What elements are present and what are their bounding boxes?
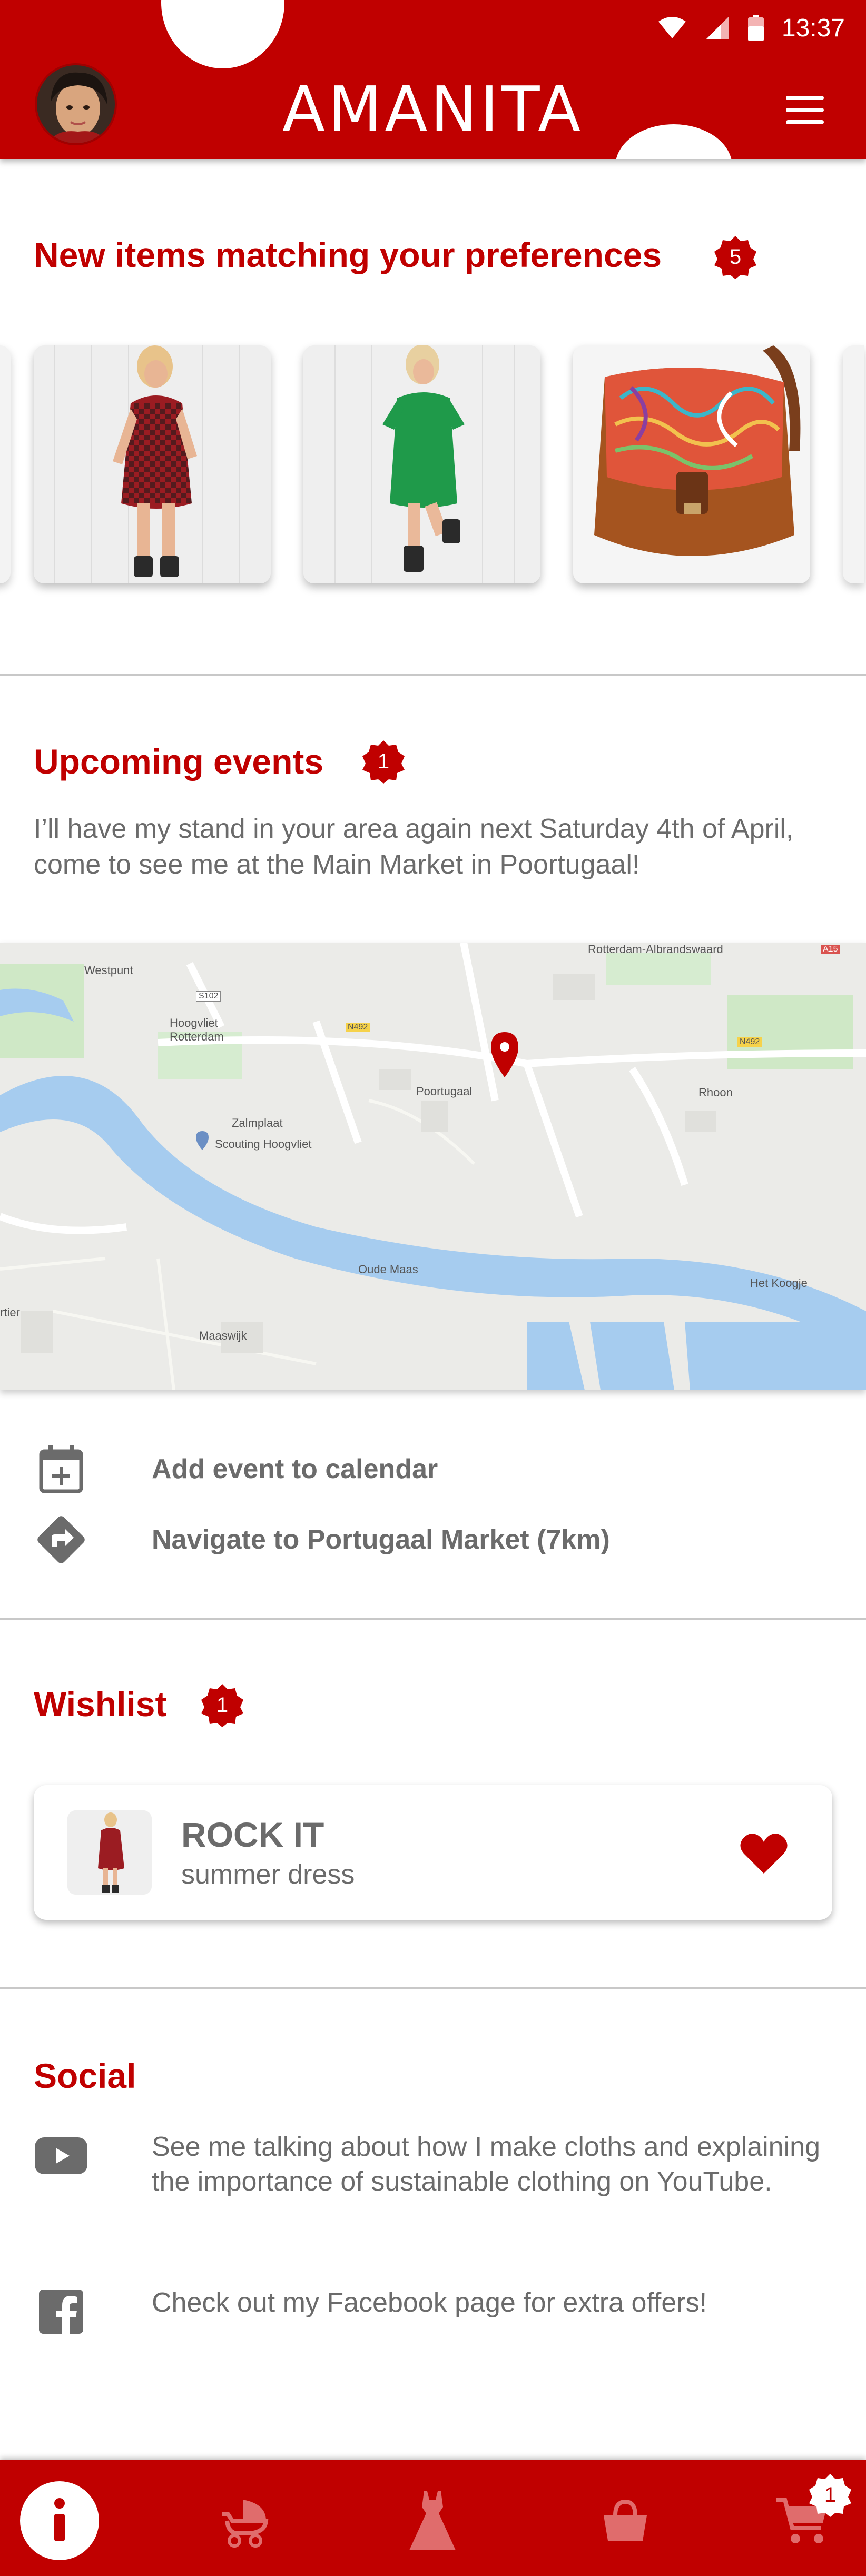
preferences-title: New items matching your preferences [34,235,662,274]
event-map[interactable]: Westpunt Hoogvliet Rotterdam Zalmplaat S… [0,943,866,1390]
map-label: Het Koogje [750,1276,808,1290]
navigate-button[interactable]: Navigate to Portugaal Market (7km) [34,1513,610,1566]
directions-icon [34,1513,88,1566]
status-time: 13:37 [781,14,845,42]
battery-icon [747,15,764,41]
event-description: I’ll have my stand in your area again ne… [34,814,794,880]
map-label: Maaswijk [199,1329,247,1342]
map-label: Zalmplaat [232,1116,283,1130]
wishlist-item-name: ROCK IT [181,1815,324,1854]
map-label: Hoogvliet Rotterdam [170,1016,224,1043]
product-card[interactable] [303,345,540,583]
info-icon[interactable] [20,2481,99,2560]
events-badge: 1 [361,739,406,784]
cart-count-badge: 1 [808,2473,852,2517]
product-image-green-dress [303,345,540,583]
add-to-calendar-button[interactable]: Add event to calendar [34,1443,438,1495]
section-divider [0,1987,866,1989]
map-label: rtier [0,1306,20,1319]
product-card[interactable] [34,345,271,583]
map-label: Rhoon [698,1086,733,1099]
calendar-plus-icon [34,1443,88,1495]
map-label: Scouting Hoogvliet [215,1137,312,1151]
facebook-link[interactable]: Check out my Facebook page for extra off… [34,2285,834,2338]
youtube-icon [34,2129,88,2182]
stroller-icon[interactable] [204,2481,283,2560]
youtube-text: See me talking about how I make cloths a… [152,2132,820,2197]
dress-icon[interactable] [393,2481,472,2560]
add-to-calendar-label: Add event to calendar [152,1454,438,1484]
product-image-bag [573,345,810,583]
product-card-partial[interactable] [0,345,11,583]
map-label: N492 [346,1023,370,1032]
wishlist-title: Wishlist [34,1685,167,1723]
product-card-partial[interactable] [843,345,864,583]
map-label: S102 [196,991,221,1002]
map-canvas [0,943,866,1390]
app-header: 13:37 AMANITA [0,0,866,159]
section-divider [0,674,866,676]
facebook-icon [34,2285,88,2338]
map-label: N492 [737,1037,762,1047]
map-label: Oude Maas [358,1263,418,1276]
heart-icon[interactable] [737,1827,790,1880]
map-label: Westpunt [84,964,133,977]
map-label: Poortugaal [416,1085,473,1098]
bottom-navigation [0,2460,866,2576]
product-image-red-dress [34,345,271,583]
map-label: Rotterdam-Albrandswaard [588,943,723,956]
preferences-badge: 5 [713,235,757,279]
wishlist-badge: 1 [200,1683,244,1727]
signal-icon [705,16,729,39]
product-carousel[interactable] [0,332,866,595]
youtube-link[interactable]: See me talking about how I make cloths a… [34,2129,834,2235]
hamburger-menu-icon[interactable] [784,92,826,128]
events-title: Upcoming events [34,742,324,781]
bag-icon[interactable] [586,2481,665,2560]
product-card[interactable] [573,345,810,583]
wishlist-item-subtitle: summer dress [181,1859,355,1890]
section-divider [0,1618,866,1620]
map-label: A15 [821,945,840,954]
wifi-icon [658,17,686,38]
status-bar: 13:37 [657,9,845,46]
facebook-text: Check out my Facebook page for extra off… [152,2287,707,2318]
app-title: AMANITA [282,73,584,145]
wishlist-item-image [67,1810,152,1895]
wishlist-item-card[interactable]: ROCK IT summer dress [34,1785,832,1920]
navigate-label: Navigate to Portugaal Market (7km) [152,1524,610,1555]
social-title: Social [34,2056,136,2095]
decorative-blob [161,0,284,68]
